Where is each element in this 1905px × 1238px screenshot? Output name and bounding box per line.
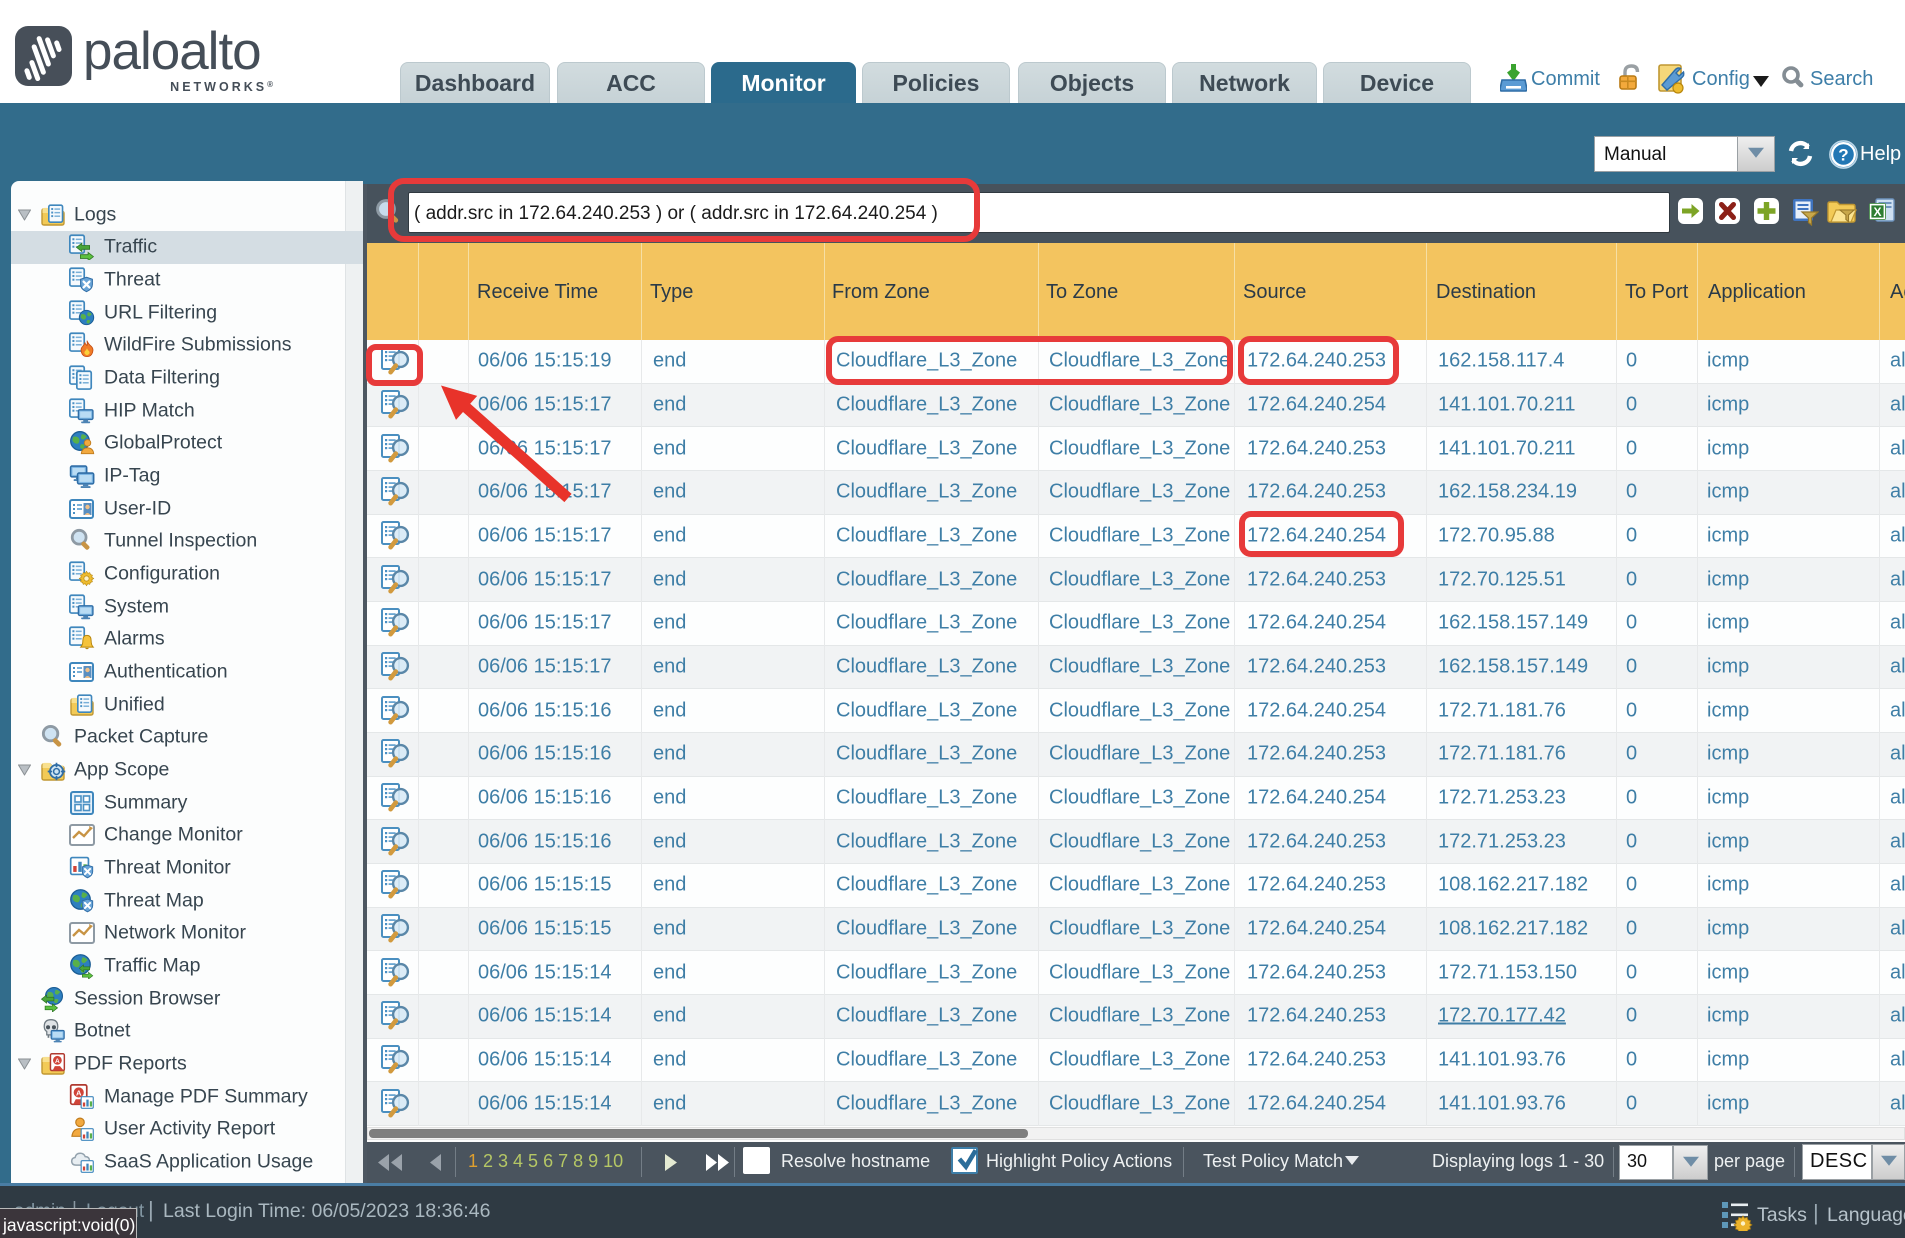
svg-text:X: X (1873, 205, 1881, 219)
svg-text:?: ? (1838, 146, 1848, 165)
